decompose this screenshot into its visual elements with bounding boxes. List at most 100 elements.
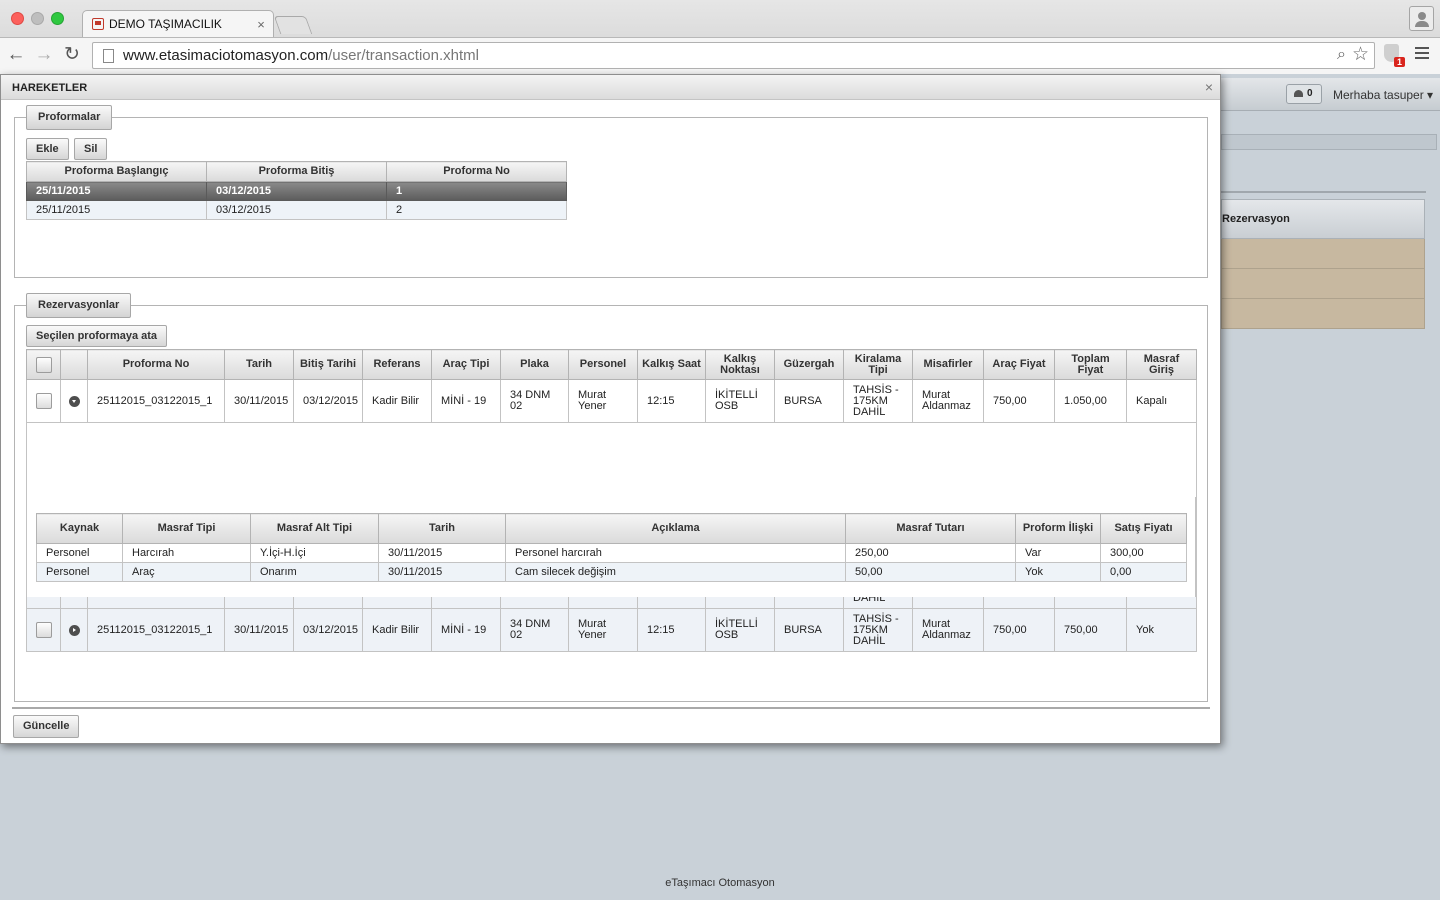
background-table-row[interactable] bbox=[1221, 239, 1425, 269]
column-header[interactable]: Misafirler bbox=[912, 349, 984, 380]
table-row[interactable]: 25112015_03122015_130/11/201503/12/2015K… bbox=[26, 379, 1197, 423]
column-header[interactable]: Kalkış Saat bbox=[637, 349, 706, 380]
column-header[interactable]: Kaynak bbox=[36, 513, 123, 544]
magnifier-icon[interactable]: ⌕ bbox=[1337, 46, 1346, 64]
column-header[interactable]: Araç Fiyat bbox=[983, 349, 1055, 380]
table-row[interactable]: Personel Harcırah Y.İçi-H.İçi 30/11/2015… bbox=[36, 543, 1187, 563]
browser-toolbar: ← → ↻ www.etasimaciotomasyon.com/user/tr… bbox=[0, 37, 1440, 74]
column-header[interactable]: Plaka bbox=[500, 349, 569, 380]
column-header[interactable]: Satış Fiyatı bbox=[1100, 513, 1187, 544]
column-header[interactable]: Açıklama bbox=[505, 513, 846, 544]
table-cell: 25/11/2015 bbox=[26, 200, 207, 220]
column-header[interactable]: Tarih bbox=[378, 513, 506, 544]
table-row[interactable]: 25/11/2015 03/12/2015 1 bbox=[26, 181, 567, 201]
address-bar[interactable]: www.etasimaciotomasyon.com/user/transact… bbox=[92, 42, 1375, 69]
background-panel-strip bbox=[1221, 134, 1437, 150]
hamburger-menu-icon[interactable] bbox=[1415, 47, 1429, 61]
table-row[interactable]: 25/11/2015 03/12/2015 2 bbox=[26, 200, 567, 220]
table-cell: İKİTELLİ OSB bbox=[705, 379, 775, 423]
profile-button[interactable] bbox=[1409, 6, 1434, 31]
table-cell: MİNİ - 19 bbox=[431, 608, 501, 652]
reload-icon[interactable]: ↻ bbox=[61, 44, 83, 66]
dialog-close-icon[interactable]: × bbox=[1205, 79, 1213, 95]
page-footer: eTaşımacı Otomasyon bbox=[665, 877, 775, 889]
extension-badge: 1 bbox=[1393, 57, 1405, 67]
table-cell: Kadir Bilir bbox=[362, 608, 432, 652]
table-cell: Personel bbox=[36, 562, 123, 582]
table-cell: 1.050,00 bbox=[1054, 379, 1127, 423]
masraf-table: Kaynak Masraf Tipi Masraf Alt Tipi Tarih… bbox=[36, 513, 1187, 582]
add-button[interactable]: Ekle bbox=[26, 138, 69, 160]
table-cell: 12:15 bbox=[637, 379, 706, 423]
table-cell: Kapalı bbox=[1126, 379, 1197, 423]
select-all-checkbox[interactable] bbox=[35, 356, 52, 373]
table-row[interactable]: Personel Araç Onarım 30/11/2015 Cam sile… bbox=[36, 562, 1187, 582]
row-checkbox[interactable] bbox=[35, 622, 52, 638]
column-header[interactable]: Tarih bbox=[224, 349, 294, 380]
background-table-row[interactable] bbox=[1221, 299, 1425, 329]
column-header[interactable]: Proforma Başlangıç bbox=[26, 161, 207, 182]
table-cell: 0,00 bbox=[1100, 562, 1187, 582]
table-cell: BURSA bbox=[774, 608, 844, 652]
browser-tab[interactable]: DEMO TAŞIMACILIK × bbox=[82, 10, 274, 37]
forward-arrow-icon[interactable]: → bbox=[33, 44, 55, 66]
column-header[interactable]: Masraf Tutarı bbox=[845, 513, 1016, 544]
rezervasyonlar-legend[interactable]: Rezervasyonlar bbox=[26, 293, 132, 318]
column-header[interactable]: Proforma No bbox=[87, 349, 225, 380]
background-table-row[interactable] bbox=[1221, 269, 1425, 299]
assign-to-proforma-button[interactable]: Seçilen proformaya ata bbox=[26, 325, 168, 347]
table-cell: 30/11/2015 bbox=[378, 543, 506, 563]
table-cell: 50,00 bbox=[845, 562, 1016, 582]
table-cell: 34 DNM 02 bbox=[500, 379, 569, 423]
bookmark-star-icon[interactable]: ☆ bbox=[1352, 43, 1369, 66]
background-table-header: Rezervasyon bbox=[1221, 199, 1425, 239]
table-cell: Murat Yener bbox=[568, 608, 638, 652]
delete-button[interactable]: Sil bbox=[74, 138, 108, 160]
column-header[interactable]: Kalkış Noktası bbox=[705, 349, 775, 380]
column-header[interactable]: Toplam Fiyat bbox=[1054, 349, 1127, 380]
collapse-row-icon[interactable] bbox=[68, 395, 80, 407]
table-cell: MİNİ - 19 bbox=[431, 379, 501, 423]
maximize-window-button[interactable] bbox=[51, 12, 64, 25]
column-header[interactable]: Personel bbox=[568, 349, 638, 380]
column-header[interactable]: Bitiş Tarihi bbox=[293, 349, 363, 380]
column-header[interactable]: Araç Tipi bbox=[431, 349, 501, 380]
table-cell: BURSA bbox=[774, 379, 844, 423]
table-cell: Kadir Bilir bbox=[362, 379, 432, 423]
table-cell: Var bbox=[1015, 543, 1101, 563]
close-window-button[interactable] bbox=[11, 12, 24, 25]
column-header[interactable]: Kiralama Tipi bbox=[843, 349, 913, 380]
column-header[interactable]: Proforma Bitiş bbox=[206, 161, 387, 182]
table-cell: 12:15 bbox=[637, 608, 706, 652]
minimize-window-button[interactable] bbox=[31, 12, 44, 25]
column-header[interactable]: Proform İlişki bbox=[1015, 513, 1101, 544]
table-cell: 34 DNM 02 bbox=[500, 608, 569, 652]
notification-button[interactable]: 0 bbox=[1286, 84, 1322, 104]
table-cell: 300,00 bbox=[1100, 543, 1187, 563]
table-cell: Murat Aldanmaz bbox=[912, 379, 984, 423]
expand-row-icon[interactable] bbox=[68, 624, 80, 636]
browser-chrome: DEMO TAŞIMACILIK × ← → ↻ www.etasimaciot… bbox=[0, 0, 1440, 74]
update-button[interactable]: Güncelle bbox=[13, 715, 80, 738]
table-cell: 25112015_03122015_1 bbox=[87, 608, 225, 652]
user-menu[interactable]: Merhaba tasuper ▾ bbox=[1333, 88, 1433, 102]
table-cell: Y.İçi-H.İçi bbox=[250, 543, 379, 563]
table-cell: 750,00 bbox=[983, 379, 1055, 423]
back-arrow-icon[interactable]: ← bbox=[5, 44, 27, 66]
column-header[interactable]: Proforma No bbox=[386, 161, 567, 182]
dialog-divider bbox=[12, 707, 1210, 709]
table-row[interactable]: 25112015_03122015_130/11/201503/12/2015K… bbox=[26, 608, 1197, 652]
row-checkbox[interactable] bbox=[35, 393, 52, 409]
column-header[interactable]: Masraf Alt Tipi bbox=[250, 513, 379, 544]
new-tab-button[interactable] bbox=[273, 16, 313, 34]
column-header[interactable]: Güzergah bbox=[774, 349, 844, 380]
column-header[interactable]: Masraf Tipi bbox=[122, 513, 251, 544]
tab-close-icon[interactable]: × bbox=[253, 17, 269, 32]
table-cell: 750,00 bbox=[1054, 608, 1127, 652]
extension-shield-icon[interactable]: 1 bbox=[1384, 44, 1405, 67]
column-header[interactable]: Masraf Giriş bbox=[1126, 349, 1197, 380]
proformalar-legend[interactable]: Proformalar bbox=[26, 105, 113, 130]
table-cell: Araç bbox=[122, 562, 251, 582]
table-cell: 25112015_03122015_1 bbox=[87, 379, 225, 423]
column-header[interactable]: Referans bbox=[362, 349, 432, 380]
